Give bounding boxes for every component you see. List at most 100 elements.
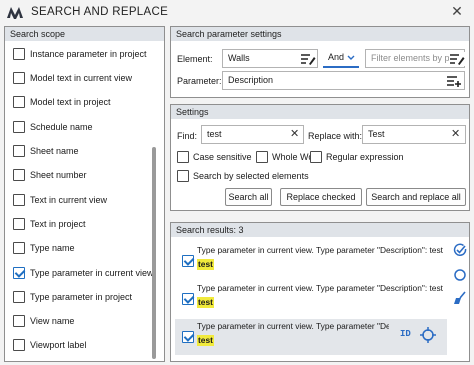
- result-description: Type parameter in current view. Type par…: [197, 321, 389, 331]
- scope-scrollbar[interactable]: [152, 147, 156, 359]
- scope-checkbox[interactable]: [13, 218, 25, 230]
- uncheck-all-icon[interactable]: [453, 268, 467, 282]
- scope-item[interactable]: Schedule name: [13, 120, 93, 134]
- regex-checkbox[interactable]: [310, 151, 322, 163]
- whole-word-checkbox[interactable]: [256, 151, 268, 163]
- find-label: Find:: [177, 131, 198, 141]
- scope-item-label: Model text in current view: [30, 73, 133, 83]
- result-text: Type parameter in current view. Type par…: [197, 321, 389, 346]
- scope-item[interactable]: Type name: [13, 241, 75, 255]
- replace-label: Replace with:: [308, 131, 363, 141]
- logic-value: And: [328, 52, 345, 62]
- results-header: Search results: 3: [171, 223, 469, 237]
- clear-replace-icon[interactable]: ✕: [451, 127, 460, 140]
- scope-item[interactable]: Sheet name: [13, 144, 79, 158]
- scope-checkbox[interactable]: [13, 169, 25, 181]
- case-sensitive-checkbox[interactable]: [177, 151, 189, 163]
- search-parameter-settings-panel: Search parameter settings Element: Walls…: [170, 26, 470, 98]
- result-match-highlight: test: [197, 335, 214, 346]
- scope-item-label: Schedule name: [30, 122, 93, 132]
- scope-item-label: Sheet number: [30, 170, 87, 180]
- parameter-settings-header: Search parameter settings: [171, 27, 469, 41]
- scope-item-label: Text in current view: [30, 195, 108, 205]
- scope-item[interactable]: Sheet number: [13, 168, 87, 182]
- result-checkbox[interactable]: [182, 331, 194, 343]
- search-scope-panel: Search scope Instance parameter in proje…: [4, 26, 165, 362]
- scope-checkbox[interactable]: [13, 121, 25, 133]
- crosshair-icon[interactable]: [420, 327, 436, 343]
- result-checkbox[interactable]: [182, 293, 194, 305]
- by-selected-label: Search by selected elements: [193, 171, 309, 181]
- search-all-button[interactable]: Search all: [225, 188, 272, 206]
- scope-item[interactable]: Model text in project: [13, 95, 111, 109]
- clear-find-icon[interactable]: ✕: [290, 127, 299, 140]
- scope-item-label: Text in project: [30, 219, 86, 229]
- scope-item[interactable]: Type parameter in project: [13, 290, 132, 304]
- scope-item[interactable]: Text in project: [13, 217, 86, 231]
- scope-checkbox-checked[interactable]: [13, 267, 25, 279]
- scope-item-label: Type parameter in project: [30, 292, 133, 302]
- scope-item[interactable]: Viewport label: [13, 338, 86, 352]
- edit-list-icon[interactable]: [300, 52, 316, 66]
- result-description: Type parameter in current view. Type par…: [197, 245, 443, 255]
- scope-checkbox[interactable]: [13, 242, 25, 254]
- by-selected-option[interactable]: Search by selected elements: [177, 170, 309, 182]
- scope-checkbox[interactable]: [13, 315, 25, 327]
- result-match-highlight: test: [197, 259, 214, 270]
- scope-item[interactable]: Text in current view: [13, 193, 107, 207]
- add-parameter-icon[interactable]: [446, 74, 462, 88]
- settings-panel: Settings Find: test ✕ Replace with: Test…: [170, 104, 470, 211]
- element-id-button[interactable]: ID: [400, 329, 411, 339]
- check-all-icon[interactable]: [453, 243, 467, 257]
- regex-option[interactable]: Regular expression: [310, 151, 404, 163]
- scope-checkbox[interactable]: [13, 194, 25, 206]
- scope-item-label: Type parameter in current view: [30, 268, 154, 278]
- window-title: SEARCH AND REPLACE: [31, 6, 169, 18]
- clear-results-broom-icon[interactable]: [453, 291, 467, 305]
- scope-item[interactable]: View name: [13, 314, 74, 328]
- parameter-field[interactable]: Description: [222, 71, 465, 90]
- result-row[interactable]: Type parameter in current view. Type par…: [175, 281, 443, 317]
- result-row-selected[interactable]: Type parameter in current view. Type par…: [175, 319, 447, 355]
- scope-item-label: Viewport label: [30, 340, 87, 350]
- result-match-highlight: test: [197, 297, 214, 308]
- result-description: Type parameter in current view. Type par…: [197, 283, 443, 293]
- element-label: Element:: [177, 54, 213, 64]
- result-checkbox[interactable]: [182, 255, 194, 267]
- scope-item-label: Instance parameter in project: [30, 49, 147, 59]
- scope-checkbox[interactable]: [13, 145, 25, 157]
- scope-item[interactable]: Model text in current view: [13, 71, 132, 85]
- replace-checked-button[interactable]: Replace checked: [280, 188, 362, 206]
- case-sensitive-label: Case sensitive: [193, 152, 252, 162]
- scope-item-label: Model text in project: [30, 97, 111, 107]
- scope-item[interactable]: Instance parameter in project: [13, 47, 147, 61]
- case-sensitive-option[interactable]: Case sensitive: [177, 151, 252, 163]
- parameter-label: Parameter:: [177, 76, 222, 86]
- scope-item[interactable]: Type parameter in current view: [13, 266, 154, 280]
- search-and-replace-all-button[interactable]: Search and replace all: [366, 188, 466, 206]
- element-value: Walls: [228, 53, 250, 63]
- scope-checkbox[interactable]: [13, 48, 25, 60]
- find-input[interactable]: test: [201, 125, 304, 144]
- search-results-panel: Search results: 3 Type parameter in curr…: [170, 222, 470, 362]
- result-text: Type parameter in current view. Type par…: [197, 245, 445, 270]
- scope-checkbox[interactable]: [13, 339, 25, 351]
- by-selected-checkbox[interactable]: [177, 170, 189, 182]
- scope-item-label: Sheet name: [30, 146, 79, 156]
- result-row[interactable]: Type parameter in current view. Type par…: [175, 243, 443, 279]
- scope-item-label: View name: [30, 316, 75, 326]
- search-scope-header: Search scope: [5, 27, 164, 41]
- app-logo-icon: [7, 7, 23, 19]
- edit-filter-icon[interactable]: [449, 52, 465, 66]
- regex-label: Regular expression: [326, 152, 404, 162]
- find-value: test: [207, 129, 222, 139]
- scope-checkbox[interactable]: [13, 96, 25, 108]
- close-button[interactable]: ✕: [448, 2, 466, 20]
- scope-checkbox[interactable]: [13, 291, 25, 303]
- scope-item-label: Type name: [30, 243, 75, 253]
- scope-checkbox[interactable]: [13, 72, 25, 84]
- filter-placeholder: Filter elements by pa: [371, 53, 455, 63]
- replace-value: Test: [368, 129, 385, 139]
- chevron-down-icon[interactable]: [347, 55, 355, 61]
- title-bar: SEARCH AND REPLACE ✕: [0, 0, 474, 24]
